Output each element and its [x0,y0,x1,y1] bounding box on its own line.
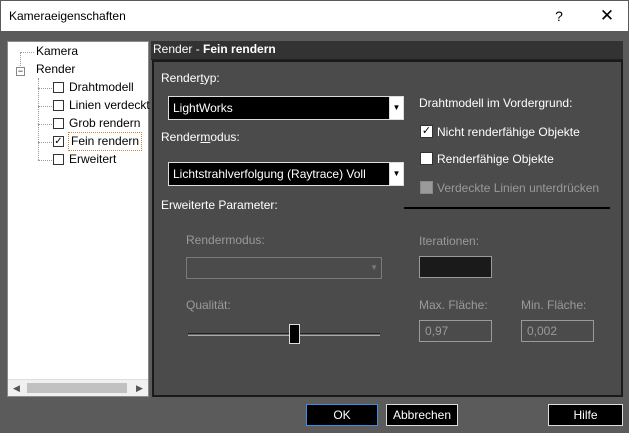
quality-slider-thumb[interactable] [289,324,300,344]
label-part: yp: [203,71,220,85]
collapse-icon[interactable]: − [16,67,25,76]
tree-checkbox[interactable] [53,154,64,165]
max-flaeche-field[interactable]: 0,97 [419,320,492,342]
renderfaehige-label[interactable]: Renderfähige Objekte [437,152,554,166]
label-part: m [200,130,211,144]
abbrechen-button[interactable]: Abbrechen [386,404,458,426]
nicht-renderfaehige-label[interactable]: Nicht renderfähige Objekte [437,125,580,139]
ok-button[interactable]: OK [306,404,378,426]
rendermodus-select[interactable]: Lichtstrahlverfolgung (Raytrace) Voll ▼ [168,162,404,186]
window-title: Kameraeigenschaften [9,9,126,23]
title-bar: Kameraeigenschaften ? ✕ [1,1,628,31]
min-flaeche-label: Min. Fläche: [521,298,587,312]
tree-checkbox[interactable] [53,82,64,93]
iterationen-label: Iterationen: [419,234,480,248]
advanced-rendermodus-label: Rendermodus: [186,233,265,247]
rendertyp-select[interactable]: LightWorks ▼ [168,96,404,120]
tree-connector [38,160,52,161]
scroll-left-icon[interactable]: ◀ [8,380,25,396]
rendermodus-label: Rendermodus: [161,130,240,144]
chevron-down-icon[interactable]: ▼ [389,163,403,185]
help-icon[interactable]: ? [537,1,581,31]
tree-connector [38,142,52,143]
rendertyp-value: LightWorks [173,101,233,115]
tree-item-label: Render [36,62,76,76]
label-part: Render [161,130,201,144]
iterationen-field[interactable] [419,256,492,278]
qualitaet-label: Qualität: [186,298,231,312]
tree-connector [38,78,39,160]
verdeckte-linien-label[interactable]: Verdeckte Linien unterdrücken [437,181,599,195]
scroll-right-icon[interactable]: ▶ [131,380,148,396]
verdeckte-linien-checkbox[interactable] [420,181,433,194]
erweiterte-parameter-label: Erweiterte Parameter: [161,198,278,212]
tree-item-label: Erweitert [69,152,117,166]
nicht-renderfaehige-checkbox[interactable]: ✓ [420,125,433,138]
tree-connector [20,52,34,53]
tree-item-label: Grob rendern [69,116,141,130]
renderfaehige-checkbox[interactable] [420,152,433,165]
hilfe-button[interactable]: Hilfe [548,404,623,426]
tree-item-kamera[interactable]: Kamera [36,43,78,60]
tree-item-label: Fein rendern [68,132,143,151]
scrollbar-thumb[interactable] [27,383,127,393]
close-icon[interactable]: ✕ [585,1,629,31]
label-part: odus: [210,130,240,144]
tree-item-label: Linien verdeckt [69,98,150,112]
tree-checkbox[interactable] [53,118,64,129]
category-tree[interactable]: Kamera − Render Drahtmodell Linien verde… [7,41,150,397]
chevron-down-icon: ▼ [370,263,378,272]
panel-header-title: Fein rendern [203,42,276,56]
camera-properties-dialog: Kameraeigenschaften ? ✕ Kamera − Render … [0,0,629,433]
chevron-down-icon[interactable]: ▼ [389,97,403,119]
min-flaeche-field[interactable]: 0,002 [521,320,594,342]
max-flaeche-label: Max. Fläche: [419,298,488,312]
separator [404,207,610,209]
horizontal-scrollbar[interactable]: ◀ ▶ [8,379,148,396]
advanced-rendermodus-select[interactable]: ▼ [186,257,382,279]
label-part: Render [161,71,201,85]
tree-item-label: Drahtmodell [69,80,134,94]
rendertyp-label: Rendertyp: [161,71,220,85]
drahtmodell-heading: Drahtmodell im Vordergrund: [419,96,573,110]
quality-slider-track[interactable] [188,333,380,336]
tree-item-label: Kamera [36,44,79,58]
tree-connector [38,106,52,107]
panel-header: Render - Fein rendern [151,41,623,60]
tree-connector [38,88,52,89]
panel-header-prefix: Render - [153,42,204,56]
tree-checkbox[interactable]: ✓ [53,136,64,147]
tree-connector [38,124,52,125]
tree-item-render[interactable]: Render [36,61,75,78]
tree-checkbox[interactable] [53,100,64,111]
fein-rendern-panel: Rendertyp: LightWorks ▼ Rendermodus: Lic… [152,60,623,397]
rendermodus-value: Lichtstrahlverfolgung (Raytrace) Voll [173,167,366,181]
